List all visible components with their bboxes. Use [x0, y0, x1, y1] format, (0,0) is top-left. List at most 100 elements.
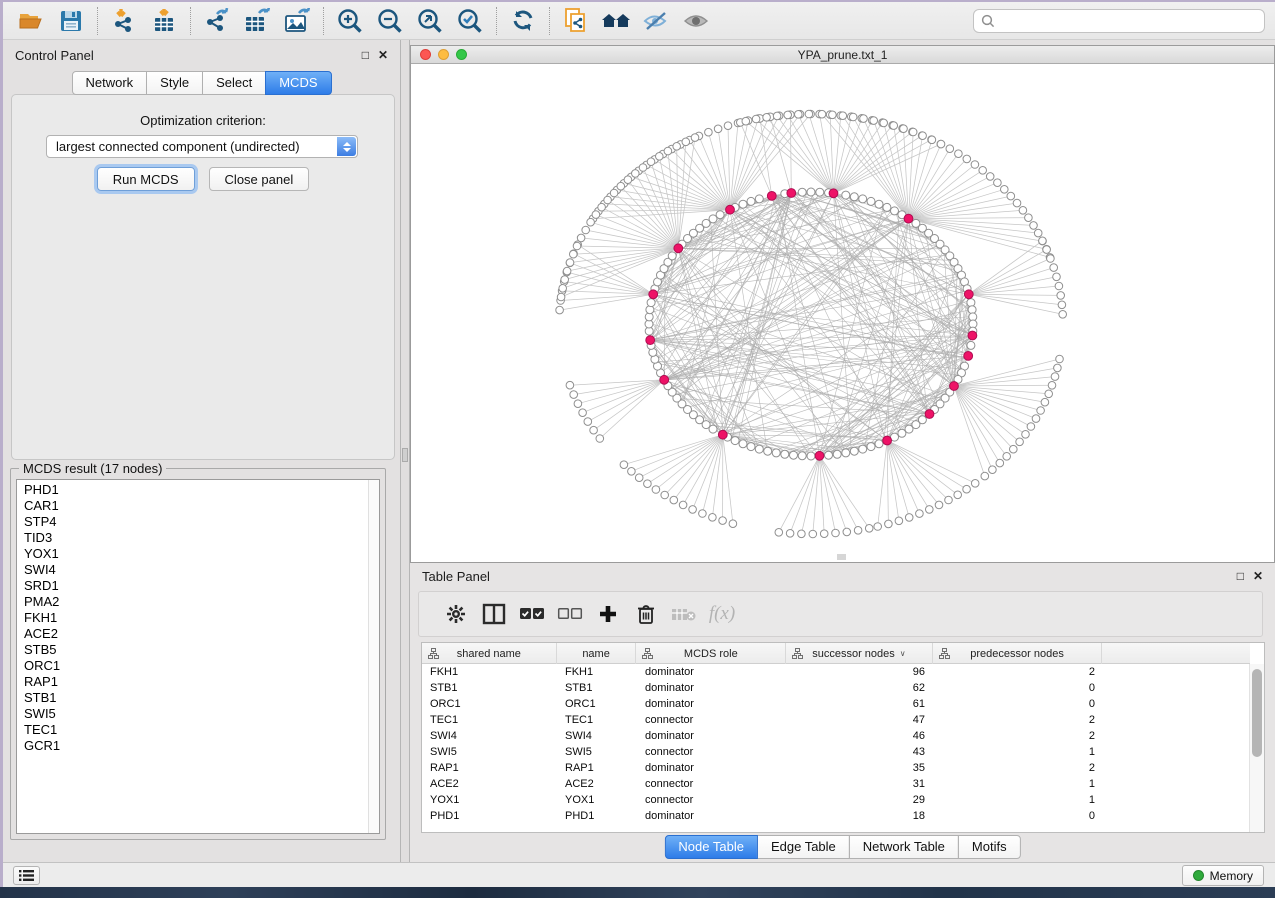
split-panel-icon[interactable] — [475, 599, 513, 629]
table-row[interactable]: RAP1RAP1dominator352 — [422, 760, 1250, 776]
close-panel-button[interactable]: Close panel — [209, 167, 310, 191]
table-scrollbar[interactable] — [1249, 664, 1264, 832]
tab-style[interactable]: Style — [146, 71, 203, 95]
mcds-result-item[interactable]: RAP1 — [17, 674, 367, 690]
cell-MCDS-role[interactable]: dominator — [637, 728, 787, 744]
memory-button[interactable]: Memory — [1182, 865, 1264, 886]
save-session-icon[interactable] — [51, 5, 91, 37]
cell-predecessor-nodes[interactable]: 0 — [934, 680, 1104, 696]
mcds-result-item[interactable]: ORC1 — [17, 658, 367, 674]
cell-shared-name[interactable]: ACE2 — [422, 776, 557, 792]
mcds-result-item[interactable]: STB5 — [17, 642, 367, 658]
table-row[interactable]: STB1STB1dominator620 — [422, 680, 1250, 696]
table-row[interactable]: ORC1ORC1dominator610 — [422, 696, 1250, 712]
run-mcds-button[interactable]: Run MCDS — [97, 167, 195, 191]
cell-predecessor-nodes[interactable]: 2 — [934, 760, 1104, 776]
column-header-MCDS-role[interactable]: MCDS role — [636, 643, 786, 664]
cell-name[interactable]: TEC1 — [557, 712, 637, 728]
cell-successor-nodes[interactable]: 96 — [787, 664, 934, 680]
zoom-out-icon[interactable] — [370, 5, 410, 37]
table-row[interactable]: YOX1YOX1connector291 — [422, 792, 1250, 808]
panel-splitter[interactable] — [400, 40, 410, 862]
cell-successor-nodes[interactable]: 29 — [787, 792, 934, 808]
column-header-shared-name[interactable]: shared name — [422, 643, 557, 664]
new-network-from-selection-icon[interactable] — [556, 5, 596, 37]
cell-MCDS-role[interactable]: connector — [637, 744, 787, 760]
cell-successor-nodes[interactable]: 43 — [787, 744, 934, 760]
cell-shared-name[interactable]: PHD1 — [422, 808, 557, 824]
mcds-result-item[interactable]: SWI4 — [17, 562, 367, 578]
add-column-icon[interactable] — [589, 599, 627, 629]
column-header-successor-nodes[interactable]: successor nodes∨ — [786, 643, 933, 664]
first-neighbors-icon[interactable] — [596, 5, 636, 37]
cell-name[interactable]: STB1 — [557, 680, 637, 696]
cell-predecessor-nodes[interactable]: 1 — [934, 792, 1104, 808]
tab-network[interactable]: Network — [71, 71, 147, 95]
cell-successor-nodes[interactable]: 62 — [787, 680, 934, 696]
tab-node-table[interactable]: Node Table — [664, 835, 758, 859]
import-table-icon[interactable] — [144, 5, 184, 37]
optimization-criterion-select[interactable]: largest connected component (undirected) — [46, 135, 358, 158]
open-file-icon[interactable] — [11, 5, 51, 37]
cell-predecessor-nodes[interactable]: 1 — [934, 744, 1104, 760]
refresh-view-icon[interactable] — [503, 5, 543, 37]
table-row[interactable]: SWI5SWI5connector431 — [422, 744, 1250, 760]
mcds-result-item[interactable]: FKH1 — [17, 610, 367, 626]
import-network-icon[interactable] — [104, 5, 144, 37]
mcds-result-item[interactable]: ACE2 — [17, 626, 367, 642]
cell-predecessor-nodes[interactable]: 0 — [934, 808, 1104, 824]
table-row[interactable]: TEC1TEC1connector472 — [422, 712, 1250, 728]
export-table-icon[interactable] — [237, 5, 277, 37]
cell-shared-name[interactable]: TEC1 — [422, 712, 557, 728]
splitter-grip[interactable] — [402, 448, 408, 462]
export-network-icon[interactable] — [197, 5, 237, 37]
cell-successor-nodes[interactable]: 31 — [787, 776, 934, 792]
cell-successor-nodes[interactable]: 61 — [787, 696, 934, 712]
delete-columns-icon[interactable] — [627, 599, 665, 629]
mcds-result-item[interactable]: PHD1 — [17, 482, 367, 498]
cell-MCDS-role[interactable]: connector — [637, 776, 787, 792]
table-row[interactable]: SWI4SWI4dominator462 — [422, 728, 1250, 744]
cell-MCDS-role[interactable]: connector — [637, 792, 787, 808]
mcds-list-scrollbar[interactable] — [368, 480, 379, 833]
select-all-icon[interactable] — [513, 599, 551, 629]
cell-successor-nodes[interactable]: 46 — [787, 728, 934, 744]
cell-name[interactable]: SWI4 — [557, 728, 637, 744]
cell-MCDS-role[interactable]: connector — [637, 712, 787, 728]
cell-name[interactable]: PHD1 — [557, 808, 637, 824]
show-all-icon[interactable] — [676, 5, 716, 37]
table-row[interactable]: ACE2ACE2connector311 — [422, 776, 1250, 792]
canvas-scroll-grip[interactable] — [837, 554, 846, 560]
close-panel-icon[interactable]: ✕ — [378, 49, 388, 61]
tab-edge-table[interactable]: Edge Table — [757, 835, 850, 859]
mcds-result-item[interactable]: PMA2 — [17, 594, 367, 610]
tab-motifs[interactable]: Motifs — [958, 835, 1021, 859]
mcds-result-item[interactable]: STP4 — [17, 514, 367, 530]
cell-MCDS-role[interactable]: dominator — [637, 760, 787, 776]
mcds-result-item[interactable]: TEC1 — [17, 722, 367, 738]
cell-name[interactable]: SWI5 — [557, 744, 637, 760]
cell-shared-name[interactable]: STB1 — [422, 680, 557, 696]
column-header-name[interactable]: name — [557, 643, 637, 664]
network-canvas[interactable] — [411, 64, 1274, 562]
cell-MCDS-role[interactable]: dominator — [637, 808, 787, 824]
float-panel-icon[interactable]: □ — [1237, 570, 1244, 582]
export-image-icon[interactable] — [277, 5, 317, 37]
zoom-fit-icon[interactable] — [410, 5, 450, 37]
cell-predecessor-nodes[interactable]: 2 — [934, 728, 1104, 744]
cell-shared-name[interactable]: FKH1 — [422, 664, 557, 680]
table-row[interactable]: FKH1FKH1dominator962 — [422, 664, 1250, 680]
tab-mcds[interactable]: MCDS — [265, 71, 331, 95]
cell-predecessor-nodes[interactable]: 2 — [934, 664, 1104, 680]
cell-name[interactable]: YOX1 — [557, 792, 637, 808]
cell-name[interactable]: ORC1 — [557, 696, 637, 712]
cell-MCDS-role[interactable]: dominator — [637, 696, 787, 712]
cell-predecessor-nodes[interactable]: 1 — [934, 776, 1104, 792]
mcds-result-item[interactable]: TID3 — [17, 530, 367, 546]
cell-name[interactable]: RAP1 — [557, 760, 637, 776]
mcds-result-item[interactable]: SWI5 — [17, 706, 367, 722]
cell-MCDS-role[interactable]: dominator — [637, 680, 787, 696]
zoom-selected-icon[interactable] — [450, 5, 490, 37]
cell-predecessor-nodes[interactable]: 0 — [934, 696, 1104, 712]
cell-name[interactable]: FKH1 — [557, 664, 637, 680]
